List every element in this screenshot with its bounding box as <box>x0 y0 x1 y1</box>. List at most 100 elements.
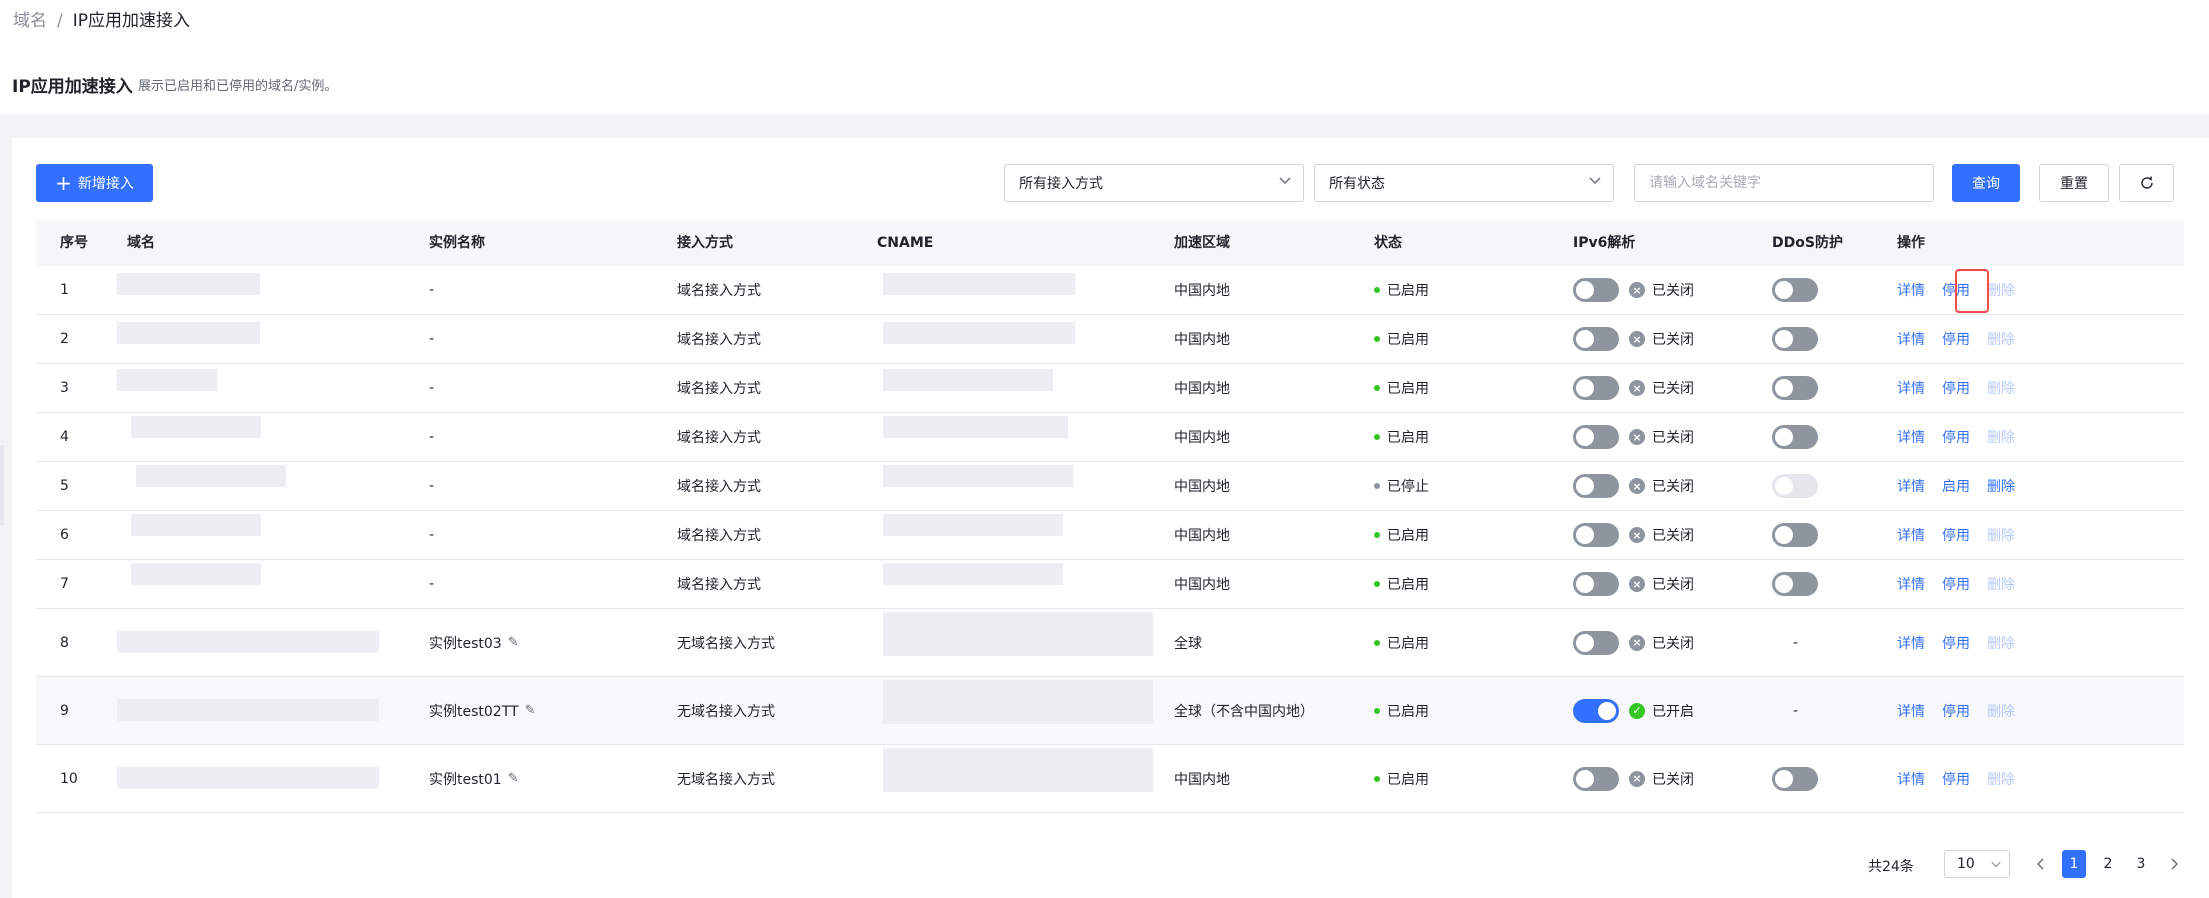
access-method-select[interactable]: 所有接入方式 <box>1004 164 1304 202</box>
page-button-1[interactable]: 1 <box>2062 850 2086 878</box>
page-button-3[interactable]: 3 <box>2129 850 2153 878</box>
ipv6-switch[interactable] <box>1573 474 1619 498</box>
breadcrumb-root[interactable]: 域名 <box>13 11 47 31</box>
ddos-switch[interactable] <box>1772 327 1818 351</box>
table-row: 5 - 域名接入方式 中国内地 已停止 × 已关闭 详情 启用 删除 <box>36 462 2184 511</box>
page-size-select[interactable]: 10 <box>1944 850 2010 878</box>
delete-link[interactable]: 删除 <box>1987 769 2015 789</box>
ipv6-switch[interactable] <box>1573 766 1619 791</box>
ipv6-switch[interactable] <box>1573 572 1619 596</box>
detail-link[interactable]: 详情 <box>1897 280 1925 300</box>
row-ddos <box>1772 745 1818 812</box>
detail-link[interactable]: 详情 <box>1897 427 1925 447</box>
query-button[interactable]: 查询 <box>1952 164 2020 202</box>
breadcrumb: 域名 / IP应用加速接入 <box>13 6 190 31</box>
status-text: 已启用 <box>1387 430 1429 446</box>
ddos-switch[interactable] <box>1772 766 1818 791</box>
edit-icon[interactable]: ✎ <box>508 635 519 650</box>
masked-cname <box>883 748 1153 792</box>
detail-link[interactable]: 详情 <box>1897 701 1925 721</box>
delete-link[interactable]: 删除 <box>1987 574 2015 594</box>
ddos-switch[interactable] <box>1772 572 1818 596</box>
detail-link[interactable]: 详情 <box>1897 378 1925 398</box>
detail-link[interactable]: 详情 <box>1897 329 1925 349</box>
status-dot <box>1374 532 1380 538</box>
ipv6-switch[interactable] <box>1573 376 1619 400</box>
next-page-button[interactable] <box>2162 850 2186 878</box>
chevron-down-icon <box>1991 861 2001 868</box>
disable-link[interactable]: 停用 <box>1942 701 1970 721</box>
detail-link[interactable]: 详情 <box>1897 476 1925 496</box>
ipv6-switch[interactable] <box>1573 278 1619 302</box>
chevron-down-icon <box>1589 177 1601 184</box>
ipv6-switch[interactable] <box>1573 630 1619 655</box>
row-status: 已启用 <box>1374 511 1429 559</box>
detail-link[interactable]: 详情 <box>1897 525 1925 545</box>
ddos-switch[interactable] <box>1772 278 1818 302</box>
ddos-switch[interactable] <box>1772 376 1818 400</box>
edit-icon[interactable]: ✎ <box>508 771 519 786</box>
instance-name: 实例test02TT <box>429 703 519 720</box>
enable-link[interactable]: 启用 <box>1942 476 1970 496</box>
plus-icon: + <box>55 171 72 195</box>
ddos-switch[interactable] <box>1772 425 1818 449</box>
delete-link[interactable]: 删除 <box>1987 378 2015 398</box>
detail-link[interactable]: 详情 <box>1897 633 1925 653</box>
ipv6-text: 已开启 <box>1652 703 1694 720</box>
column-header-domain: 域名 <box>127 235 155 251</box>
add-access-button[interactable]: + 新增接入 <box>36 164 153 202</box>
delete-link[interactable]: 删除 <box>1987 427 2015 447</box>
disable-link[interactable]: 停用 <box>1942 427 1970 447</box>
status-select[interactable]: 所有状态 <box>1314 164 1614 202</box>
table-row: 4 - 域名接入方式 中国内地 已启用 × 已关闭 详情 停用 删除 <box>36 413 2184 462</box>
row-instance: 实例test02TT ✎ <box>429 677 535 744</box>
row-actions: 详情 停用 删除 <box>1897 315 2015 363</box>
delete-link[interactable]: 删除 <box>1987 476 2015 496</box>
row-instance: - <box>429 282 435 298</box>
ipv6-switch[interactable] <box>1573 523 1619 547</box>
reset-button[interactable]: 重置 <box>2039 164 2109 202</box>
top-bar: 域名 / IP应用加速接入 IP应用加速接入 展示已启用和已停用的域名/实例。 <box>0 0 2209 114</box>
detail-link[interactable]: 详情 <box>1897 769 1925 789</box>
status-text: 已启用 <box>1387 528 1429 544</box>
ddos-switch[interactable] <box>1772 523 1818 547</box>
delete-link[interactable]: 删除 <box>1987 701 2015 721</box>
row-actions: 详情 停用 删除 <box>1897 364 2015 412</box>
ipv6-text: 已关闭 <box>1652 479 1694 495</box>
ipv6-switch[interactable] <box>1573 425 1619 449</box>
disable-link[interactable]: 停用 <box>1942 329 1970 349</box>
collapse-handle[interactable] <box>0 445 4 525</box>
disable-link[interactable]: 停用 <box>1942 633 1970 653</box>
delete-link[interactable]: 删除 <box>1987 525 2015 545</box>
domain-search-input[interactable] <box>1634 164 1934 202</box>
edit-icon[interactable]: ✎ <box>525 703 536 718</box>
page-button-2[interactable]: 2 <box>2096 850 2120 878</box>
disable-link[interactable]: 停用 <box>1942 525 1970 545</box>
row-access: 无域名接入方式 <box>677 771 775 788</box>
detail-link[interactable]: 详情 <box>1897 574 1925 594</box>
status-text: 已启用 <box>1387 703 1429 720</box>
delete-link[interactable]: 删除 <box>1987 329 2015 349</box>
column-header-status: 状态 <box>1374 235 1402 251</box>
ipv6-switch[interactable] <box>1573 327 1619 351</box>
table-row: 6 - 域名接入方式 中国内地 已启用 × 已关闭 详情 停用 删除 <box>36 511 2184 560</box>
row-region: 中国内地 <box>1174 430 1230 446</box>
column-header-actions: 操作 <box>1897 235 1925 251</box>
ipv6-switch[interactable] <box>1573 698 1619 723</box>
column-header-instance: 实例名称 <box>429 235 485 251</box>
disable-link[interactable]: 停用 <box>1942 769 1970 789</box>
prev-page-button[interactable] <box>2029 850 2053 878</box>
delete-link[interactable]: 删除 <box>1987 633 2015 653</box>
row-status: 已启用 <box>1374 609 1429 676</box>
refresh-button[interactable] <box>2119 164 2174 202</box>
row-access: 无域名接入方式 <box>677 635 775 652</box>
row-ipv6: × 已关闭 <box>1573 266 1694 314</box>
delete-link[interactable]: 删除 <box>1987 280 2015 300</box>
row-status: 已启用 <box>1374 745 1429 812</box>
disable-link[interactable]: 停用 <box>1942 574 1970 594</box>
masked-cname <box>883 563 1063 585</box>
table-row: 3 - 域名接入方式 中国内地 已启用 × 已关闭 详情 停用 删除 <box>36 364 2184 413</box>
status-dot <box>1374 775 1380 782</box>
disable-link[interactable]: 停用 <box>1942 378 1970 398</box>
masked-domain <box>131 563 261 585</box>
